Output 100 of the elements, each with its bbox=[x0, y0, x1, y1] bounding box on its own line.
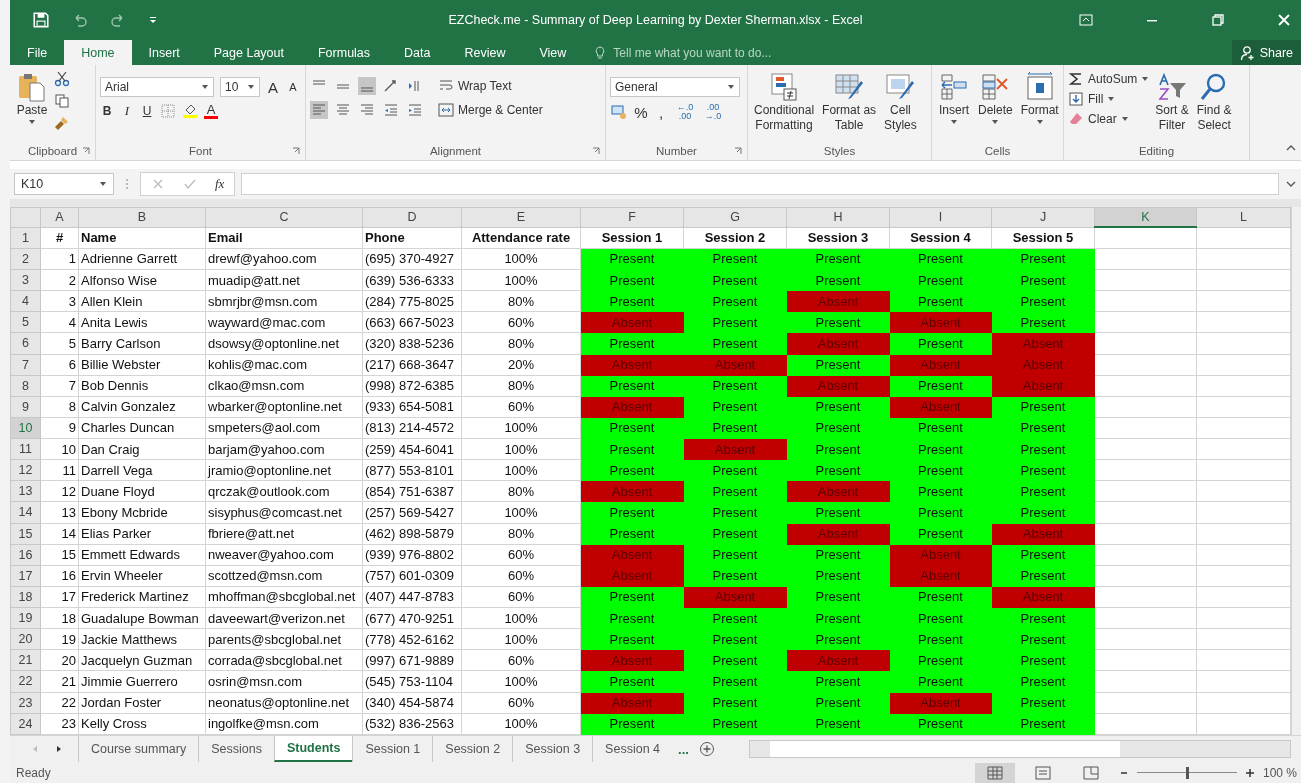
row-header[interactable]: 11 bbox=[10, 438, 41, 460]
sheet-tab[interactable]: Students bbox=[273, 736, 353, 762]
ribbon-display-icon[interactable] bbox=[1079, 13, 1093, 27]
column-header[interactable]: B bbox=[78, 207, 206, 228]
column-header[interactable]: K bbox=[1094, 207, 1197, 228]
ribbon-tab[interactable]: File bbox=[10, 40, 65, 65]
comma-button[interactable]: , bbox=[654, 103, 668, 121]
underline-button[interactable]: U bbox=[140, 104, 154, 118]
close-icon[interactable] bbox=[1277, 13, 1291, 27]
fill-color-icon[interactable] bbox=[182, 103, 198, 119]
row-header[interactable]: 16 bbox=[10, 544, 41, 566]
copy-icon[interactable] bbox=[54, 93, 70, 109]
font-color-button[interactable]: A bbox=[204, 103, 218, 119]
row-header[interactable]: 3 bbox=[10, 269, 41, 291]
column-header[interactable]: H bbox=[786, 207, 890, 228]
decrease-indent-icon[interactable] bbox=[382, 101, 400, 119]
customize-icon[interactable] bbox=[148, 15, 158, 25]
fill-button[interactable]: Fill bbox=[1068, 91, 1150, 107]
row-header[interactable]: 24 bbox=[10, 713, 41, 735]
format-painter-icon[interactable] bbox=[54, 115, 70, 131]
currency-icon[interactable] bbox=[610, 103, 628, 121]
ribbon-tab[interactable]: Page Layout bbox=[196, 40, 301, 65]
cells-button[interactable]: Format bbox=[1018, 69, 1061, 128]
font-size-field[interactable]: 10 bbox=[220, 77, 260, 97]
row-header[interactable]: 14 bbox=[10, 501, 41, 524]
style-button[interactable]: Format as Table bbox=[820, 69, 879, 135]
row-header[interactable]: 5 bbox=[10, 311, 41, 333]
horizontal-scrollbar[interactable] bbox=[748, 740, 1291, 758]
column-header[interactable]: C bbox=[205, 207, 363, 228]
formula-input[interactable] bbox=[241, 173, 1279, 195]
ribbon-tab[interactable]: View bbox=[522, 40, 584, 65]
save-icon[interactable] bbox=[32, 11, 50, 29]
column-header[interactable]: D bbox=[362, 207, 462, 228]
row-header[interactable]: 7 bbox=[10, 354, 41, 376]
sort-filter-button[interactable]: Sort & Filter bbox=[1153, 69, 1191, 135]
clear-button[interactable]: Clear bbox=[1068, 111, 1150, 127]
column-header[interactable]: F bbox=[580, 207, 684, 228]
row-header[interactable]: 2 bbox=[10, 248, 41, 270]
dialog-launcher-icon[interactable] bbox=[592, 147, 600, 155]
grow-font-button[interactable]: A bbox=[266, 78, 280, 96]
row-header[interactable]: 22 bbox=[10, 670, 41, 693]
column-header[interactable]: J bbox=[991, 207, 1095, 228]
decrease-decimal-button[interactable]: .00 →.0 bbox=[702, 103, 724, 121]
ribbon-tab[interactable]: Formulas bbox=[300, 40, 388, 65]
row-header[interactable]: 21 bbox=[10, 649, 41, 671]
dialog-launcher-icon[interactable] bbox=[292, 147, 300, 155]
dialog-launcher-icon[interactable] bbox=[734, 147, 742, 155]
column-header[interactable]: A bbox=[40, 207, 79, 228]
cut-icon[interactable] bbox=[54, 71, 70, 87]
row-header[interactable]: 20 bbox=[10, 628, 41, 650]
style-button[interactable]: Conditional Formatting bbox=[752, 69, 817, 135]
cells-button[interactable]: Delete bbox=[976, 69, 1015, 128]
find-select-button[interactable]: Find & Select bbox=[1194, 69, 1234, 135]
share-button[interactable]: Share bbox=[1231, 40, 1301, 65]
column-header[interactable]: I bbox=[889, 207, 992, 228]
ribbon-tab[interactable]: Review bbox=[447, 40, 523, 65]
row-header[interactable]: 1 bbox=[10, 227, 41, 249]
row-header[interactable]: 4 bbox=[10, 290, 41, 312]
bold-button[interactable]: B bbox=[100, 104, 114, 118]
autosum-button[interactable]: AutoSum bbox=[1068, 71, 1150, 87]
column-header[interactable]: E bbox=[461, 207, 581, 228]
column-header[interactable]: L bbox=[1196, 207, 1291, 228]
number-format-field[interactable]: General bbox=[610, 77, 740, 97]
ribbon-tab[interactable]: Insert bbox=[131, 40, 197, 65]
column-header[interactable]: G bbox=[683, 207, 787, 228]
insert-function-button[interactable]: fx bbox=[215, 176, 225, 192]
increase-indent-icon[interactable] bbox=[406, 101, 424, 119]
row-header[interactable]: 6 bbox=[10, 332, 41, 355]
vertical-scrollbar[interactable] bbox=[1291, 207, 1301, 735]
increase-decimal-button[interactable]: ←.0 .00 bbox=[674, 103, 696, 121]
row-header[interactable]: 8 bbox=[10, 375, 41, 397]
zoom-level[interactable]: 100 % bbox=[1262, 765, 1301, 780]
row-header[interactable]: 18 bbox=[10, 586, 41, 608]
paste-button[interactable]: Paste bbox=[14, 69, 50, 128]
add-sheet-icon[interactable] bbox=[698, 741, 715, 757]
italic-button[interactable]: I bbox=[120, 103, 134, 119]
normal-view-icon[interactable] bbox=[974, 762, 1015, 783]
restore-icon[interactable] bbox=[1211, 13, 1225, 27]
more-sheets-button[interactable]: ... bbox=[672, 741, 699, 757]
row-header[interactable]: 13 bbox=[10, 480, 41, 502]
tell-me-field[interactable]: Tell me what you want to do... bbox=[611, 44, 816, 61]
zoom-in-icon[interactable] bbox=[1244, 767, 1255, 778]
merge-center-button[interactable]: Merge & Center bbox=[438, 102, 543, 118]
ribbon-tab[interactable]: Home bbox=[64, 40, 132, 65]
row-header[interactable]: 9 bbox=[10, 396, 41, 418]
style-button[interactable]: Cell Styles bbox=[882, 69, 919, 135]
row-header[interactable]: 23 bbox=[10, 692, 41, 714]
dialog-launcher-icon[interactable] bbox=[82, 147, 90, 155]
font-name-field[interactable]: Arial bbox=[100, 77, 214, 97]
row-header[interactable]: 17 bbox=[10, 565, 41, 587]
name-box[interactable]: K10 bbox=[14, 173, 114, 195]
ribbon-tab[interactable]: Data bbox=[387, 40, 448, 65]
row-header[interactable]: 12 bbox=[10, 459, 41, 481]
cells-button[interactable]: Insert bbox=[936, 69, 972, 128]
wrap-text-button[interactable]: Wrap Text bbox=[438, 78, 512, 94]
row-header[interactable]: 15 bbox=[10, 523, 41, 545]
row-header[interactable]: 10 bbox=[10, 417, 41, 439]
percent-button[interactable]: % bbox=[634, 103, 648, 121]
row-header[interactable]: 19 bbox=[10, 607, 41, 629]
shrink-font-button[interactable]: A bbox=[286, 81, 300, 93]
